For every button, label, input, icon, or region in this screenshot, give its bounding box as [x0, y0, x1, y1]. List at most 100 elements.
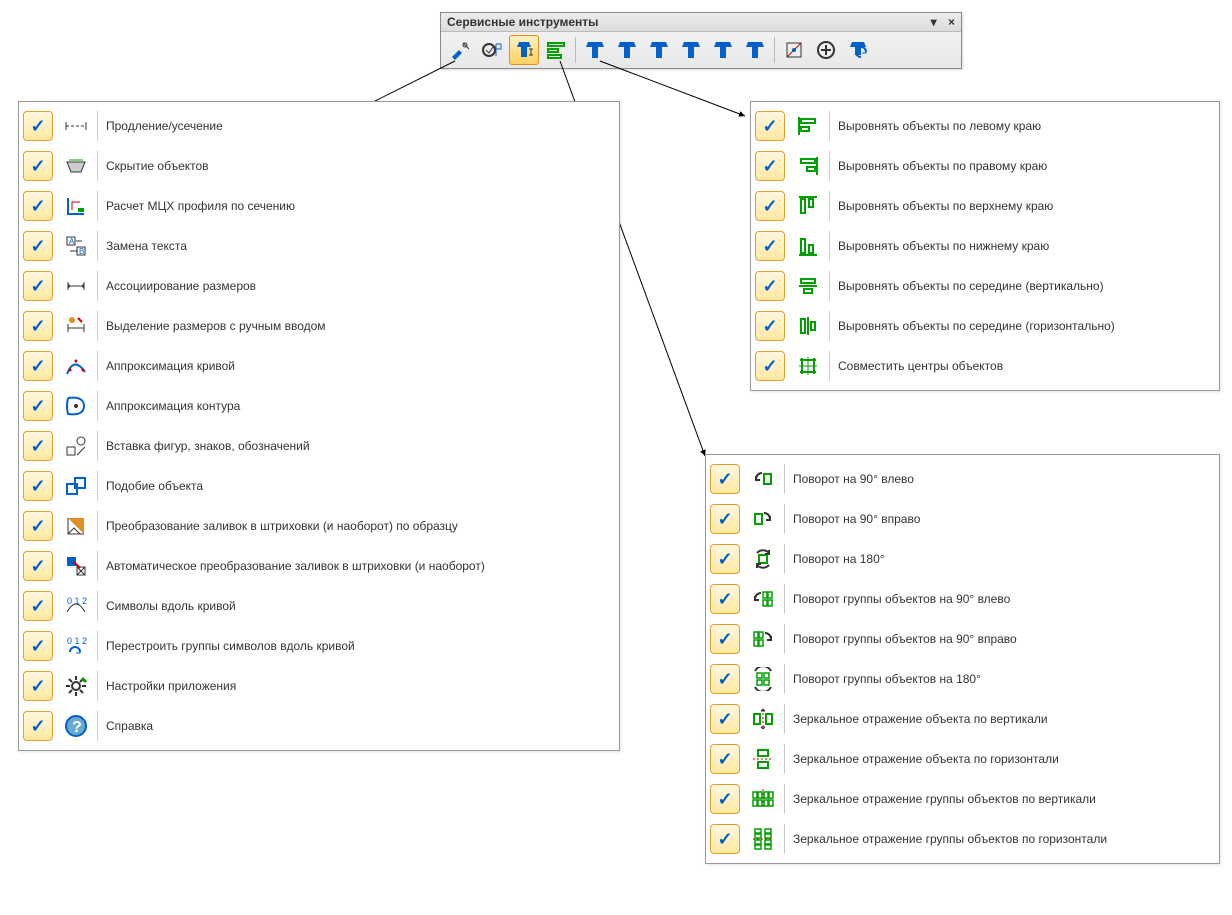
list-item[interactable]: ✓ Выделение размеров с ручным вводом [23, 306, 615, 346]
list-item[interactable]: ✓?Справка [23, 706, 615, 746]
check-toggle[interactable]: ✓ [755, 311, 785, 341]
align-3[interactable] [644, 35, 674, 65]
check-toggle[interactable]: ✓ [755, 191, 785, 221]
check-toggle[interactable]: ✓ [710, 744, 740, 774]
item-label: Замена текста [106, 239, 187, 253]
tools-icon[interactable] [445, 35, 475, 65]
list-item[interactable]: ✓Поворот на 90° вправо [710, 499, 1215, 539]
measure-icon[interactable] [779, 35, 809, 65]
align-1[interactable] [580, 35, 610, 65]
stop-rebuild-icon[interactable] [477, 35, 507, 65]
align-5[interactable] [708, 35, 738, 65]
item-label: Выровнять объекты по правому краю [838, 159, 1047, 173]
list-item[interactable]: ✓ Автоматическое преобразование заливок в… [23, 546, 615, 586]
circle-plus-icon[interactable] [811, 35, 841, 65]
list-item[interactable]: ✓ABЗамена текста [23, 226, 615, 266]
list-item[interactable]: ✓Выровнять объекты по нижнему краю [755, 226, 1215, 266]
list-item[interactable]: ✓ Аппроксимация кривой [23, 346, 615, 386]
check-toggle[interactable]: ✓ [710, 504, 740, 534]
list-item[interactable]: ✓Зеркальное отражение объекта по горизон… [710, 739, 1215, 779]
check-toggle[interactable]: ✓ [755, 271, 785, 301]
list-item[interactable]: ✓0 1 2Символы вдоль кривой [23, 586, 615, 626]
list-item[interactable]: ✓Зеркальное отражение объекта по вертика… [710, 699, 1215, 739]
align-2[interactable] [612, 35, 642, 65]
close-icon[interactable]: × [948, 15, 955, 29]
list-item[interactable]: ✓Скрытие объектов [23, 146, 615, 186]
list-item[interactable]: ✓Выровнять объекты по середине (горизонт… [755, 306, 1215, 346]
list-item[interactable]: ✓ Выровнять объекты по правому краю [755, 146, 1215, 186]
check-toggle[interactable]: ✓ [755, 231, 785, 261]
check-toggle[interactable]: ✓ [23, 471, 53, 501]
list-item[interactable]: ✓Ассоциирование размеров [23, 266, 615, 306]
check-toggle[interactable]: ✓ [755, 111, 785, 141]
item-label: Аппроксимация кривой [106, 359, 235, 373]
check-toggle[interactable]: ✓ [23, 271, 53, 301]
check-toggle[interactable]: ✓ [23, 311, 53, 341]
list-item[interactable]: ✓ Поворот на 90° влево [710, 459, 1215, 499]
check-toggle[interactable]: ✓ [23, 671, 53, 701]
list-item[interactable]: ✓Подобие объекта [23, 466, 615, 506]
align-right-icon [793, 151, 830, 181]
hide-icon [61, 151, 98, 181]
list-item[interactable]: ✓Настройки приложения [23, 666, 615, 706]
check-toggle[interactable]: ✓ [23, 711, 53, 741]
list-item[interactable]: ✓Зеркальное отражение группы объектов по… [710, 779, 1215, 819]
item-label: Поворот на 90° влево [793, 472, 914, 486]
list-item[interactable]: ✓ Продление/усечение [23, 106, 615, 146]
check-toggle[interactable]: ✓ [23, 231, 53, 261]
check-toggle[interactable]: ✓ [23, 111, 53, 141]
check-toggle[interactable]: ✓ [23, 151, 53, 181]
align-lines-icon[interactable] [541, 35, 571, 65]
list-item[interactable]: ✓Выровнять объекты по середине (вертикал… [755, 266, 1215, 306]
item-label: Выделение размеров с ручным вводом [106, 319, 326, 333]
align-tool-icon[interactable] [509, 35, 539, 65]
list-item[interactable]: ✓Вставка фигур, знаков, обозначений [23, 426, 615, 466]
approx-curve-icon [61, 351, 98, 381]
check-toggle[interactable]: ✓ [710, 584, 740, 614]
check-toggle[interactable]: ✓ [23, 191, 53, 221]
check-toggle[interactable]: ✓ [23, 431, 53, 461]
refresh-icon[interactable] [843, 35, 873, 65]
item-label: Совместить центры объектов [838, 359, 1003, 373]
item-label: Продление/усечение [106, 119, 223, 133]
check-toggle[interactable]: ✓ [23, 591, 53, 621]
list-item[interactable]: ✓ Преобразование заливок в штриховки (и н… [23, 506, 615, 546]
list-item[interactable]: ✓ Поворот группы объектов на 180° [710, 659, 1215, 699]
check-toggle[interactable]: ✓ [755, 351, 785, 381]
check-toggle[interactable]: ✓ [710, 624, 740, 654]
list-item[interactable]: ✓Поворот группы объектов на 90° влево [710, 579, 1215, 619]
align-6[interactable] [740, 35, 770, 65]
check-toggle[interactable]: ✓ [23, 351, 53, 381]
check-toggle[interactable]: ✓ [710, 704, 740, 734]
check-toggle[interactable]: ✓ [710, 784, 740, 814]
list-item[interactable]: ✓Аппроксимация контура [23, 386, 615, 426]
align-4[interactable] [676, 35, 706, 65]
rot-90-left-icon [748, 464, 785, 494]
check-toggle[interactable]: ✓ [23, 391, 53, 421]
svg-text:0 1 2: 0 1 2 [67, 596, 87, 606]
check-toggle[interactable]: ✓ [755, 151, 785, 181]
minimize-icon[interactable]: ▾ [931, 15, 937, 29]
check-toggle[interactable]: ✓ [710, 664, 740, 694]
check-toggle[interactable]: ✓ [710, 464, 740, 494]
list-item[interactable]: ✓Зеркальное отражение группы объектов по… [710, 819, 1215, 859]
item-label: Автоматическое преобразование заливок в … [106, 559, 485, 573]
list-item[interactable]: ✓Выровнять объекты по верхнему краю [755, 186, 1215, 226]
list-item[interactable]: ✓Поворот на 180° [710, 539, 1215, 579]
list-item[interactable]: ✓Выровнять объекты по левому краю [755, 106, 1215, 146]
list-item[interactable]: ✓0 1 2Перестроить группы символов вдоль … [23, 626, 615, 666]
check-toggle[interactable]: ✓ [23, 631, 53, 661]
item-label: Поворот группы объектов на 180° [793, 672, 981, 686]
rebuild-symbols-icon: 0 1 2 [61, 631, 98, 661]
list-item[interactable]: ✓ Совместить центры объектов [755, 346, 1215, 386]
check-toggle[interactable]: ✓ [710, 824, 740, 854]
check-toggle[interactable]: ✓ [23, 551, 53, 581]
align-mid-h-icon [793, 311, 830, 341]
item-label: Преобразование заливок в штриховки (и на… [106, 519, 458, 533]
list-item[interactable]: ✓Расчет МЦХ профиля по сечению [23, 186, 615, 226]
check-toggle[interactable]: ✓ [23, 511, 53, 541]
mirror-group-v-icon [748, 784, 785, 814]
check-toggle[interactable]: ✓ [710, 544, 740, 574]
rot-group-180-icon [748, 664, 785, 694]
list-item[interactable]: ✓Поворот группы объектов на 90° вправо [710, 619, 1215, 659]
